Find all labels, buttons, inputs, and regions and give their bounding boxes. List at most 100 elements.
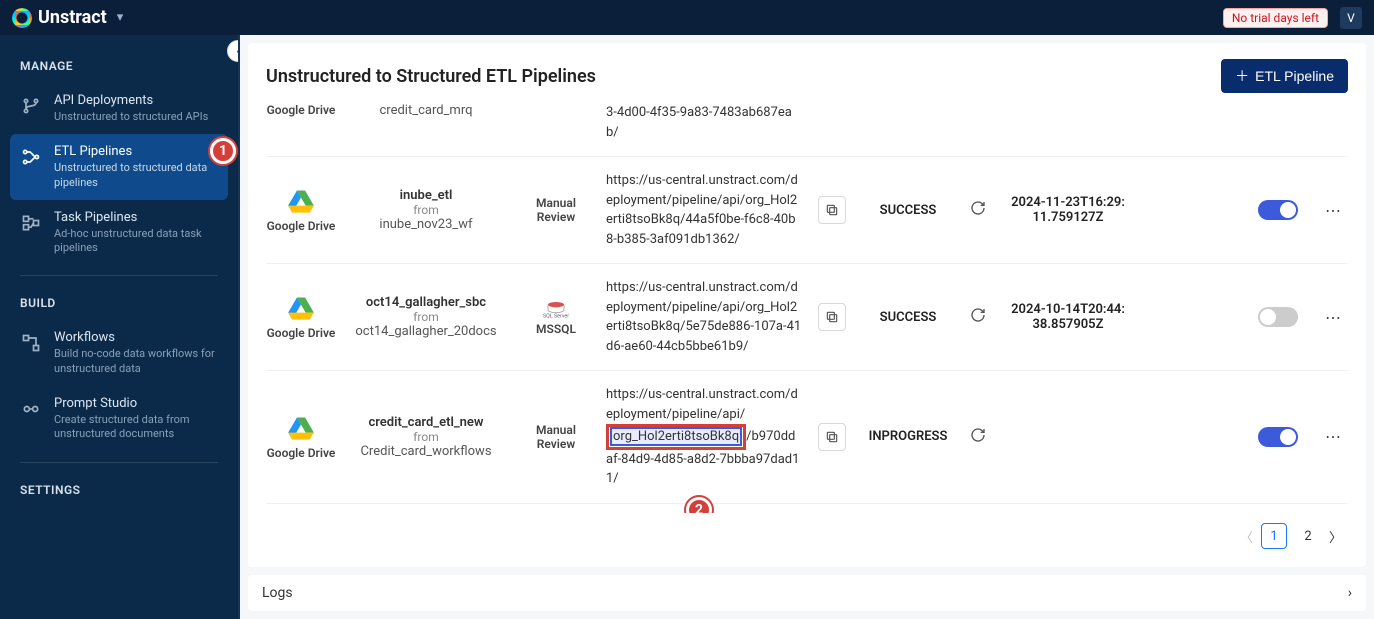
logs-panel-toggle[interactable]: Logs › (248, 575, 1366, 611)
status-cell: INPROGRESS (868, 429, 948, 444)
selected-org-text: org_Hol2erti8tsoBk8q (610, 427, 742, 446)
section-build: BUILD (10, 286, 228, 320)
row-actions-button[interactable]: ⋯ (1318, 201, 1348, 220)
chevron-right-icon: › (1348, 585, 1352, 601)
page-title: Unstructured to Structured ETL Pipelines (266, 66, 596, 87)
source-cell: Google Drive (266, 294, 336, 340)
page-2[interactable]: 2 (1295, 523, 1321, 549)
brand-name: Unstract (38, 7, 107, 28)
nav-label: Prompt Studio (54, 396, 218, 411)
dest-label: Manual Review (516, 423, 596, 451)
page-next[interactable]: 〉 (1329, 527, 1342, 546)
source-label: Google Drive (267, 219, 336, 233)
copy-button[interactable] (818, 423, 846, 451)
divider (20, 275, 218, 276)
workflow-name: Credit_card_workflows (346, 444, 506, 459)
refresh-icon (970, 200, 986, 216)
sidebar-item-prompt-studio[interactable]: Prompt Studio Create structured data fro… (10, 386, 228, 452)
sidebar-item-task-pipelines[interactable]: Task Pipelines Ad-hoc unstructured data … (10, 200, 228, 266)
google-drive-icon (287, 414, 315, 442)
refresh-button[interactable] (958, 427, 998, 447)
page-prev[interactable]: 〈 (1240, 527, 1253, 546)
plus-icon: ＋ (1235, 66, 1249, 86)
chevron-down-icon[interactable]: ▾ (117, 10, 124, 25)
refresh-icon (970, 307, 986, 323)
name-cell: inube_etl from inube_nov23_wf (346, 188, 506, 232)
topbar-left: Unstract ▾ (12, 7, 123, 28)
workflow-name: credit_card_mrq (346, 103, 506, 118)
git-branch-icon (20, 95, 42, 117)
enable-toggle[interactable] (1258, 200, 1298, 220)
url-pre: https://us-central.unstract.com/deployme… (606, 387, 798, 422)
pipeline-icon (20, 146, 42, 168)
sidebar: ‹ MANAGE API Deployments Unstructured to… (0, 35, 240, 619)
source-label: Google Drive (267, 326, 336, 340)
row-actions-button[interactable]: ⋯ (1318, 308, 1348, 327)
pipeline-name: oct14_gallagher_sbc (346, 295, 506, 310)
table-row: Google Drive oct14_gallagher_sbc from oc… (266, 264, 1348, 371)
refresh-button[interactable] (958, 307, 998, 327)
dest-label: MSSQL (536, 322, 576, 336)
source-cell: Google Drive (266, 103, 336, 117)
panel-header: Unstructured to Structured ETL Pipelines… (266, 59, 1348, 93)
add-pipeline-button[interactable]: ＋ ETL Pipeline (1221, 59, 1348, 93)
nav-desc: Unstructured to structured data pipeline… (54, 161, 218, 190)
google-drive-icon (287, 294, 315, 322)
sidebar-item-workflows[interactable]: Workflows Build no-code data workflows f… (10, 320, 228, 386)
logo-icon (12, 8, 32, 28)
pipelines-panel: Unstructured to Structured ETL Pipelines… (248, 43, 1366, 567)
workflow-icon (20, 332, 42, 354)
name-cell: oct14_gallagher_sbc from oct14_gallagher… (346, 295, 506, 339)
source-cell: Google Drive (266, 414, 336, 460)
nav-label: Task Pipelines (54, 210, 218, 225)
mssql-icon: SQL Server (536, 298, 576, 318)
top-bar: Unstract ▾ No trial days left V (0, 0, 1374, 35)
nav-label: API Deployments (54, 93, 208, 108)
source-label: Google Drive (267, 446, 336, 460)
pipeline-table[interactable]: Google Drive credit_card_mrq 3-4d00-4f35… (266, 103, 1348, 513)
name-cell: credit_card_etl_new from Credit_card_wor… (346, 415, 506, 459)
callout-2: 2 (686, 497, 712, 514)
endpoint-url: 3-4d00-4f35-9a83-7483ab687eab/ (606, 103, 808, 142)
svg-text:SQL Server: SQL Server (543, 313, 569, 318)
source-label: Google Drive (267, 103, 336, 117)
from-label: from (346, 203, 506, 217)
from-label: from (346, 310, 506, 324)
sidebar-item-etl-pipelines[interactable]: ETL Pipelines Unstructured to structured… (10, 134, 228, 200)
prompt-icon (20, 398, 42, 420)
refresh-button[interactable] (958, 200, 998, 220)
nav-label: Workflows (54, 330, 218, 345)
endpoint-url: https://us-central.unstract.com/deployme… (606, 385, 808, 489)
workflow-name: oct14_gallagher_20docs (346, 324, 506, 339)
page-1[interactable]: 1 (1261, 523, 1287, 549)
section-manage: MANAGE (10, 49, 228, 83)
dest-cell: SQL Server MSSQL (516, 298, 596, 336)
table-row: Google Drive credit_card_etl_new from Cr… (266, 371, 1348, 504)
endpoint-url: https://us-central.unstract.com/deployme… (606, 278, 808, 356)
avatar[interactable]: V (1340, 7, 1362, 29)
brand-logo[interactable]: Unstract (12, 7, 107, 28)
from-label: from (346, 430, 506, 444)
enable-toggle[interactable] (1258, 427, 1298, 447)
chevron-left-icon: ‹ (236, 44, 240, 58)
copy-button[interactable] (818, 196, 846, 224)
topbar-right: No trial days left V (1223, 7, 1362, 29)
timestamp-cell: 2024-11-23T16:29:11.759127Z (1008, 195, 1128, 225)
sidebar-item-api-deployments[interactable]: API Deployments Unstructured to structur… (10, 83, 228, 134)
nav-desc: Ad-hoc unstructured data task pipelines (54, 227, 218, 256)
refresh-icon (970, 427, 986, 443)
row-actions-button[interactable]: ⋯ (1318, 427, 1348, 446)
content-area: Unstructured to Structured ETL Pipelines… (240, 35, 1374, 619)
callout-1: 1 (210, 138, 236, 164)
endpoint-url: https://us-central.unstract.com/deployme… (606, 171, 808, 249)
section-settings: SETTINGS (10, 473, 228, 507)
add-btn-label: ETL Pipeline (1255, 68, 1334, 84)
nav-desc: Build no-code data workflows for unstruc… (54, 347, 218, 376)
task-icon (20, 212, 42, 234)
enable-toggle[interactable] (1258, 307, 1298, 327)
dest-cell: Manual Review (516, 423, 596, 451)
copy-button[interactable] (818, 303, 846, 331)
nav-desc: Create structured data from unstructured… (54, 413, 218, 442)
copy-icon (825, 430, 839, 444)
pipeline-name: inube_etl (346, 188, 506, 203)
